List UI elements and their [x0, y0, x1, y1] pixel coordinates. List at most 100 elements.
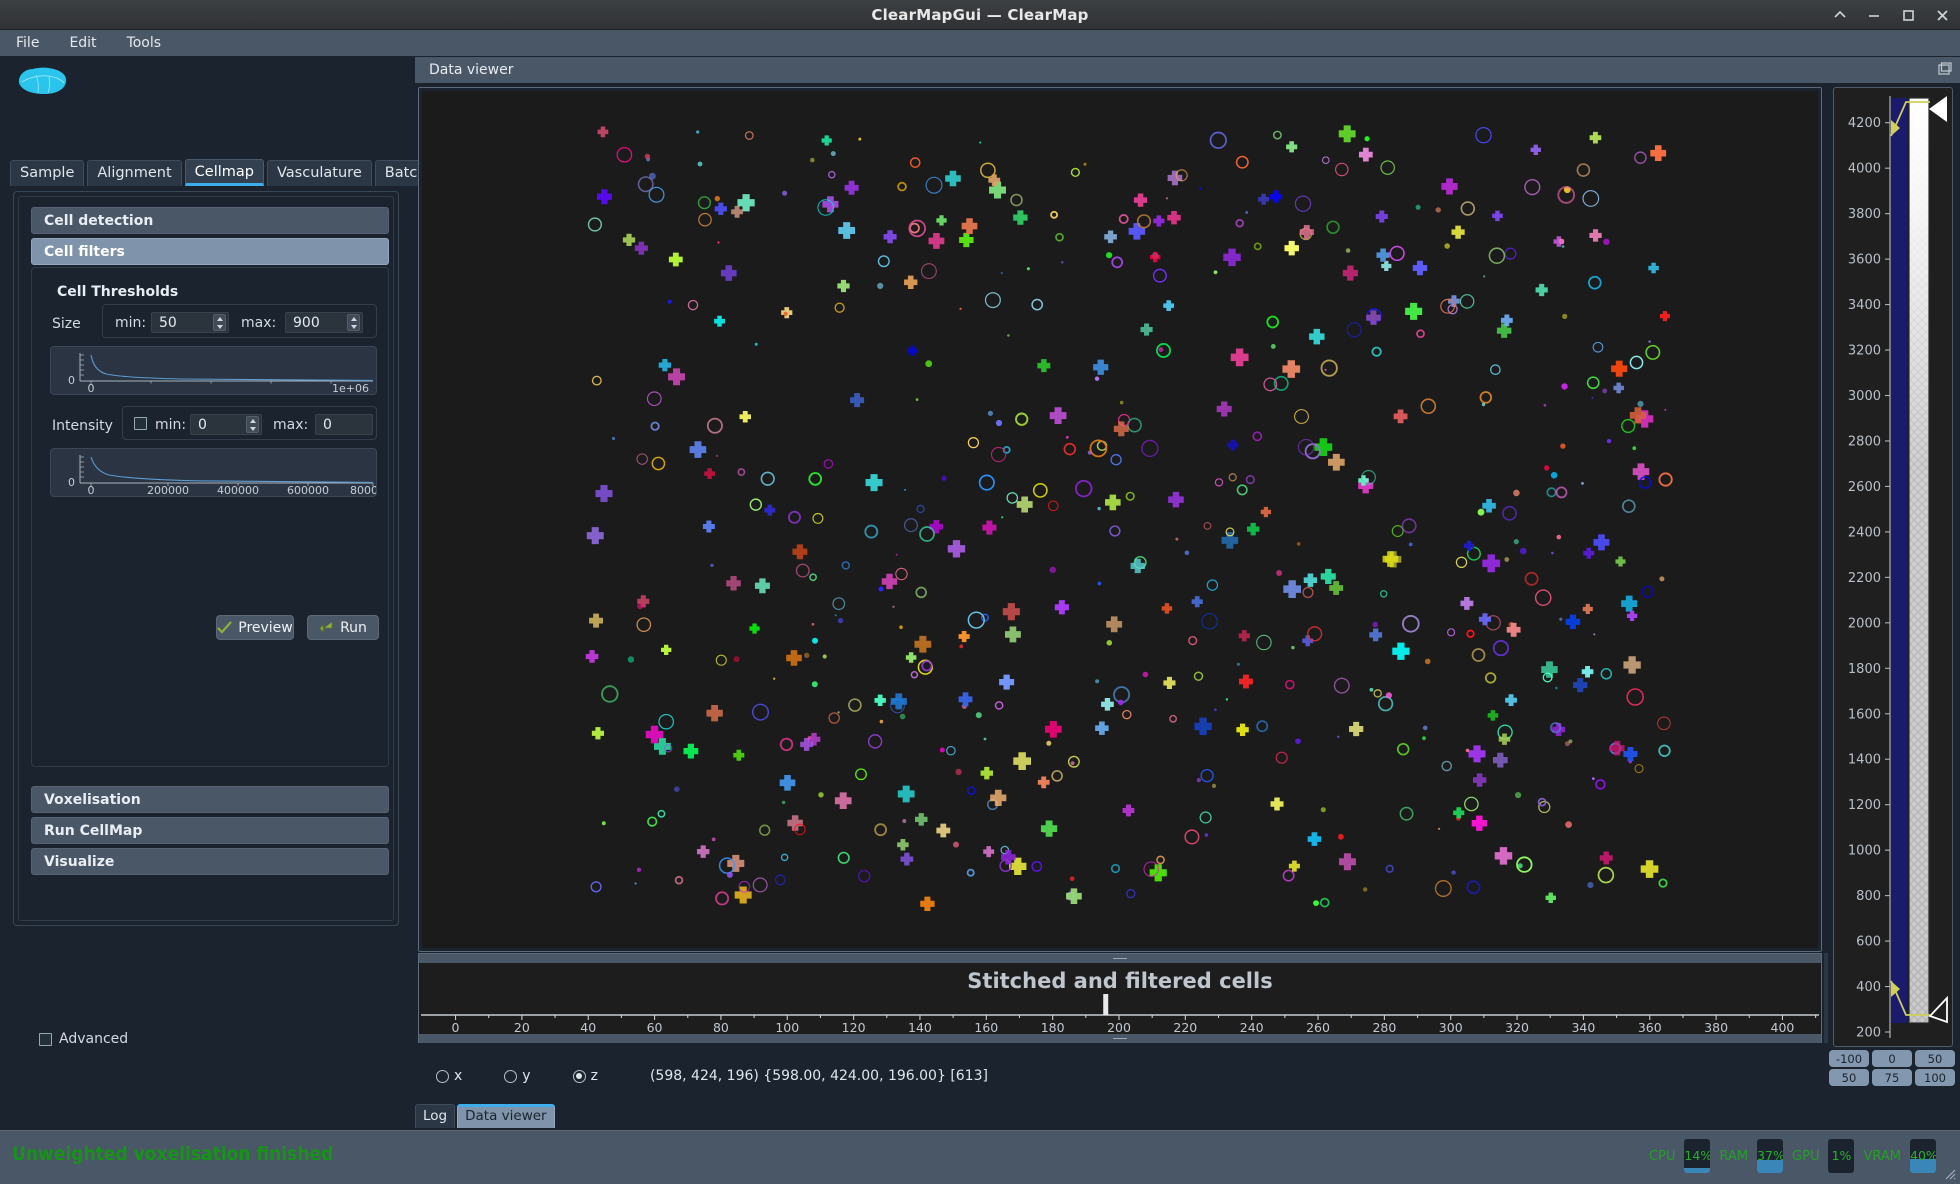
size-min-value: 50: [159, 314, 177, 331]
collapse-up-icon[interactable]: [1832, 7, 1848, 23]
svg-text:400: 400: [1771, 1020, 1795, 1034]
cell-markers: [585, 125, 1673, 911]
menu-bar: File Edit Tools: [0, 30, 1960, 56]
gpu-label: GPU: [1792, 1148, 1820, 1164]
lut-btn-75[interactable]: 75: [1872, 1069, 1912, 1086]
vram-gauge: 40%: [1910, 1139, 1936, 1173]
lut-levels-widget[interactable]: 4200 4000 3800 3600 3400 3200 3000 2800 2600 2400…: [1833, 87, 1953, 1047]
slider-bottom-grip[interactable]: [419, 1034, 1821, 1043]
preview-button[interactable]: Preview: [216, 615, 294, 640]
scatter-canvas-frame: [418, 87, 1822, 952]
svg-text:100: 100: [775, 1020, 799, 1034]
radio-x-indicator[interactable]: [436, 1069, 449, 1083]
svg-text:320: 320: [1505, 1020, 1529, 1034]
lut-btn-0[interactable]: 0: [1872, 1050, 1912, 1067]
preview-button-label: Preview: [238, 619, 293, 636]
svg-text:3800: 3800: [1848, 207, 1881, 222]
cpu-value: 14%: [1684, 1148, 1711, 1163]
size-min-stepper[interactable]: [213, 314, 226, 331]
radio-y-indicator[interactable]: [504, 1069, 518, 1083]
status-bar: Unweighted voxelisation finished CPU 14%…: [0, 1130, 1960, 1184]
svg-text:1600: 1600: [1848, 707, 1881, 722]
svg-text:4200: 4200: [1848, 116, 1881, 131]
tab-alignment[interactable]: Alignment: [87, 160, 182, 186]
menu-edit[interactable]: Edit: [65, 33, 100, 53]
close-icon[interactable]: [1934, 7, 1950, 23]
svg-text:1200: 1200: [1848, 798, 1881, 813]
intensity-min-stepper[interactable]: [246, 416, 259, 433]
lut-btn-50a[interactable]: 50: [1829, 1069, 1869, 1086]
svg-text:360: 360: [1638, 1020, 1662, 1034]
svg-text:20: 20: [514, 1020, 530, 1034]
intensity-max-input[interactable]: 0: [315, 414, 373, 435]
svg-text:2400: 2400: [1848, 525, 1881, 540]
lut-btn-100[interactable]: 100: [1915, 1069, 1955, 1086]
radio-x-label: x: [454, 1068, 463, 1084]
radio-y-label: y: [522, 1068, 531, 1084]
size-histogram[interactable]: 0 0 1e+06: [50, 346, 377, 395]
section-run-cellmap[interactable]: Run CellMap: [31, 817, 389, 844]
svg-text:380: 380: [1704, 1020, 1728, 1034]
tab-cellmap[interactable]: Cellmap: [184, 159, 264, 186]
resource-meters: CPU 14% RAM 37% GPU 1% VRAM 40%: [1649, 1139, 1936, 1173]
undock-icon[interactable]: [1938, 62, 1952, 80]
lut-btn-50b[interactable]: 50: [1915, 1050, 1955, 1067]
z-axis-plot[interactable]: Stitched and filtered cells 0 20 40 60 80 100…: [419, 963, 1821, 1035]
data-viewer-header-label: Data viewer: [429, 62, 514, 78]
run-button[interactable]: Run: [307, 615, 379, 640]
svg-text:1e+06: 1e+06: [332, 382, 369, 394]
menu-file[interactable]: File: [12, 33, 43, 53]
size-min-input[interactable]: 50: [151, 312, 229, 333]
radio-axis-x[interactable]: x: [436, 1068, 462, 1084]
lut-btn--100[interactable]: -100: [1829, 1050, 1869, 1067]
cellmap-panel: Cell detection Cell filters Cell Thresho…: [13, 191, 399, 1047]
intensity-histogram[interactable]: 0 0 200000 400000 600000 800000: [50, 448, 377, 497]
cell-filters-body: Cell Thresholds Size min: 50 max: 900 0 …: [31, 267, 389, 767]
section-visualize-label: Visualize: [44, 853, 115, 870]
size-max-input[interactable]: 900: [285, 312, 363, 333]
intensity-enable-checkbox[interactable]: [134, 417, 147, 430]
slider-top-grip[interactable]: [419, 954, 1821, 963]
svg-text:800: 800: [1856, 889, 1881, 904]
resize-grip-icon[interactable]: [1942, 1166, 1956, 1180]
tab-sample[interactable]: Sample: [10, 160, 85, 186]
svg-text:2200: 2200: [1848, 571, 1881, 586]
menu-tools[interactable]: Tools: [123, 33, 166, 53]
svg-text:0: 0: [452, 1020, 460, 1034]
advanced-checkbox-row[interactable]: Advanced: [39, 1031, 128, 1047]
intensity-max-label: max:: [273, 417, 309, 433]
radio-axis-y[interactable]: y: [504, 1068, 531, 1084]
run-button-label: Run: [340, 619, 367, 636]
tab-vasculature[interactable]: Vasculature: [267, 160, 372, 186]
lut-col-1: -100 50: [1829, 1050, 1869, 1086]
svg-text:1400: 1400: [1848, 753, 1881, 768]
lut-col-3: 50 100: [1915, 1050, 1955, 1086]
section-cell-detection[interactable]: Cell detection: [31, 207, 389, 234]
bottom-tab-log[interactable]: Log: [415, 1104, 456, 1128]
plot-title: Stitched and filtered cells: [967, 969, 1273, 993]
section-voxelisation[interactable]: Voxelisation: [31, 786, 389, 813]
cpu-label: CPU: [1648, 1148, 1676, 1164]
size-max-stepper[interactable]: [347, 314, 360, 331]
section-visualize[interactable]: Visualize: [31, 848, 389, 875]
radio-axis-z[interactable]: z: [572, 1068, 598, 1084]
advanced-checkbox[interactable]: [39, 1032, 52, 1046]
svg-text:0: 0: [68, 476, 75, 489]
maximize-icon[interactable]: [1900, 7, 1916, 23]
svg-text:220: 220: [1173, 1020, 1197, 1034]
bottom-tab-data-viewer[interactable]: Data viewer: [457, 1104, 555, 1128]
intensity-min-input[interactable]: 0: [190, 414, 262, 435]
brain-logo: [16, 64, 76, 100]
size-label: Size: [52, 316, 81, 332]
svg-text:1800: 1800: [1848, 662, 1881, 677]
section-run-cellmap-label: Run CellMap: [44, 822, 143, 839]
vram-value: 40%: [1910, 1148, 1936, 1163]
section-cell-filters[interactable]: Cell filters: [31, 238, 389, 265]
radio-z-indicator[interactable]: [572, 1069, 586, 1083]
svg-text:0: 0: [68, 374, 75, 387]
scatter-canvas[interactable]: [422, 91, 1818, 948]
svg-text:340: 340: [1571, 1020, 1595, 1034]
minimize-icon[interactable]: [1866, 7, 1882, 23]
application-window: ClearMapGui — ClearMap File Edit Tools S…: [0, 0, 1960, 1184]
window-controls: [1832, 0, 1950, 30]
